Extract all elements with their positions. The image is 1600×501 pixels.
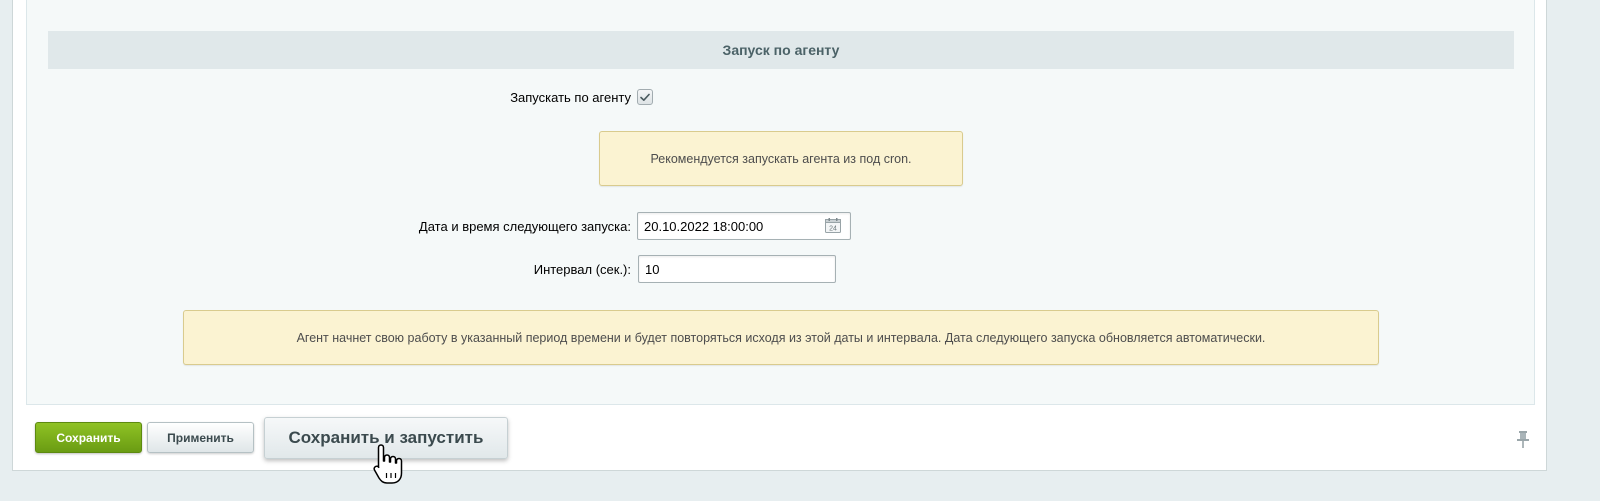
apply-button[interactable]: Применить xyxy=(147,422,254,453)
agent-info-note: Агент начнет свою работу в указанный пер… xyxy=(183,310,1379,365)
hand-cursor-icon xyxy=(373,444,403,484)
cron-recommendation-note: Рекомендуется запускать агента из под cr… xyxy=(599,131,963,186)
interval-input[interactable] xyxy=(638,255,836,283)
run-by-agent-label: Запускать по агенту xyxy=(510,89,631,105)
next-run-label: Дата и время следующего запуска: xyxy=(418,218,631,234)
agent-info-text: Агент начнет свою работу в указанный пер… xyxy=(296,330,1266,345)
next-run-date-input[interactable] xyxy=(637,212,851,240)
interval-row: Интервал (сек.): xyxy=(0,255,860,283)
section-title: Запуск по агенту xyxy=(722,42,840,58)
next-run-row: Дата и время следующего запуска: 24 xyxy=(0,212,860,240)
run-by-agent-checkbox[interactable] xyxy=(637,89,653,105)
checkmark-icon xyxy=(640,93,650,101)
cron-note-text: Рекомендуется запускать агента из под cr… xyxy=(650,151,912,166)
calendar-icon[interactable]: 24 xyxy=(825,218,841,233)
save-button[interactable]: Сохранить xyxy=(35,422,142,453)
svg-text:24: 24 xyxy=(829,226,837,233)
run-by-agent-row: Запускать по агенту xyxy=(0,87,660,107)
next-run-date-wrapper: 24 xyxy=(637,212,851,240)
section-header: Запуск по агенту xyxy=(48,31,1514,69)
interval-label: Интервал (сек.): xyxy=(533,261,631,277)
pin-icon[interactable] xyxy=(1516,430,1530,448)
